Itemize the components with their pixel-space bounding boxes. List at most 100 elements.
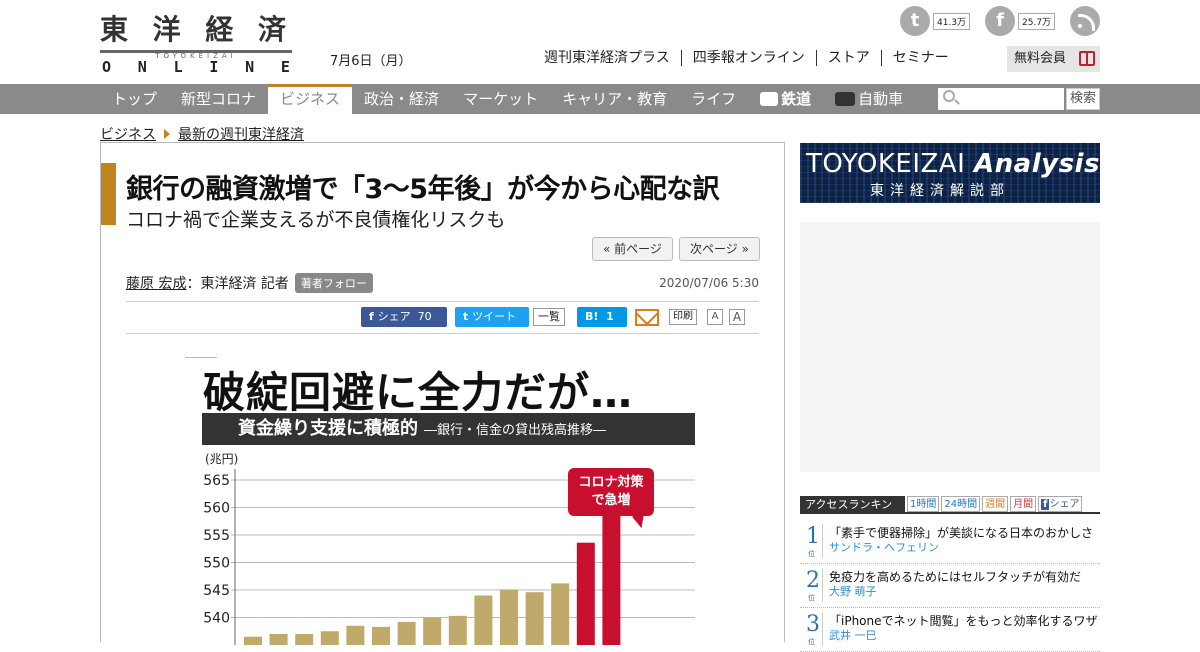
- twitter-follow[interactable]: t 41.3万: [900, 6, 971, 36]
- list-item[interactable]: 2 位 免疫力を高めるためにはセルフタッチが有効だ 大野 萌子: [800, 564, 1100, 608]
- chart-bar: [551, 583, 570, 645]
- chart-bar: [320, 631, 339, 645]
- site-logo[interactable]: 東 洋 経 済 TOYOKEIZAI O N L I N E: [100, 8, 292, 76]
- chart-bar: [269, 634, 288, 645]
- nav-item-car[interactable]: 自動車: [823, 84, 915, 114]
- published-date: 2020/07/06 5:30: [659, 276, 759, 290]
- font-large-button[interactable]: A: [729, 309, 745, 325]
- rank-number: 1: [806, 524, 820, 549]
- y-tick-label: 540: [203, 611, 230, 627]
- breadcrumb-arrow-icon: [164, 129, 170, 139]
- car-icon: [835, 92, 856, 106]
- breadcrumb-weekly[interactable]: 最新の週刊東洋経済: [178, 124, 304, 144]
- top-link-store[interactable]: ストア: [817, 50, 882, 66]
- chart-bar: [423, 617, 442, 645]
- ranking-tab-share[interactable]: f シェア: [1038, 496, 1083, 512]
- next-page-button[interactable]: 次ページ »: [679, 237, 760, 261]
- rank-number: 2: [806, 568, 820, 593]
- nav-item-politics[interactable]: 政治・経済: [352, 84, 451, 114]
- rank-divider: [822, 524, 823, 558]
- rss-icon: [1070, 6, 1100, 36]
- breadcrumb-business[interactable]: ビジネス: [100, 124, 156, 144]
- rank-author: 大野 萌子: [829, 585, 877, 598]
- logo-main-text: 東 洋 経 済: [100, 13, 292, 46]
- ranking-tab-24h[interactable]: 24時間: [941, 496, 981, 512]
- nav-item-career[interactable]: キャリア・教育: [550, 84, 679, 114]
- nav-item-life[interactable]: ライフ: [679, 84, 748, 114]
- list-item[interactable]: 3 位 「iPhoneでネット閲覧」をもっと効率化するワザ 武井 一巳: [800, 608, 1100, 652]
- tweet-list-link[interactable]: 一覧: [533, 308, 565, 326]
- article-title: 銀行の融資激増で「3～5年後」が今から心配な訳: [126, 174, 720, 205]
- ranking-list: 1 位 「素手で便器掃除」が美談になる日本のおかしさ サンドラ・ヘフェリン 2 …: [800, 520, 1100, 652]
- prev-page-button[interactable]: « 前ページ: [592, 237, 673, 261]
- rank-unit: 位: [808, 638, 815, 646]
- y-tick-label: 560: [203, 501, 230, 517]
- site-header: 東 洋 経 済 TOYOKEIZAI O N L I N E 7月6日（月） 週…: [0, 0, 1200, 84]
- twitter-count: 41.3万: [933, 12, 971, 30]
- header-date: 7月6日（月）: [330, 54, 412, 69]
- facebook-icon: f: [369, 310, 378, 323]
- top-link-seminar[interactable]: セミナー: [882, 50, 960, 66]
- logo-sub-text: TOYOKEIZAI: [100, 50, 292, 60]
- chart-callout: コロナ対策 で急増: [568, 468, 654, 516]
- nav-item-corona[interactable]: 新型コロナ: [169, 84, 268, 114]
- ranking-tab-week[interactable]: 週間: [982, 496, 1009, 512]
- figure-headline: 破綻回避に全力だが…: [203, 368, 634, 417]
- y-tick-label: 550: [203, 556, 230, 572]
- search-button[interactable]: 検索: [1066, 88, 1100, 110]
- ad-slot: [800, 222, 1100, 472]
- facebook-share-button[interactable]: f シェア 70: [361, 307, 447, 327]
- list-item[interactable]: 1 位 「素手で便器掃除」が美談になる日本のおかしさ サンドラ・ヘフェリン: [800, 520, 1100, 564]
- tweet-button[interactable]: t ツイート: [455, 307, 529, 327]
- title-accent-bar: [101, 163, 116, 225]
- twitter-icon: t: [900, 6, 930, 36]
- rank-divider: [822, 612, 823, 646]
- top-link-shikiho[interactable]: 四季報オンライン: [682, 50, 817, 66]
- nav-item-market[interactable]: マーケット: [451, 84, 550, 114]
- ranking-tab-1h[interactable]: 1時間: [907, 496, 940, 512]
- rank-unit: 位: [808, 594, 815, 602]
- nav-item-railway[interactable]: 鉄道: [748, 84, 823, 114]
- rank-unit: 位: [808, 550, 815, 558]
- figure-top-line: [185, 357, 217, 358]
- facebook-icon: f: [985, 6, 1015, 36]
- logo-online-text: O N L I N E: [102, 58, 290, 76]
- free-member-button[interactable]: 無料会員: [1007, 46, 1100, 72]
- chart-bar: [525, 592, 544, 645]
- breadcrumb: ビジネス 最新の週刊東洋経済: [100, 124, 304, 144]
- rank-author: サンドラ・ヘフェリン: [829, 541, 939, 554]
- y-tick-label: 545: [203, 583, 230, 599]
- rank-author: 武井 一巳: [829, 629, 877, 642]
- divider: [126, 301, 759, 302]
- y-tick-label: 555: [203, 528, 230, 544]
- top-link-plus[interactable]: 週刊東洋経済プラス: [544, 50, 682, 66]
- y-tick-label: 565: [203, 473, 230, 489]
- analysis-banner[interactable]: TOYOKEIZAI Analysis 東洋経済解説部: [800, 143, 1100, 203]
- article-figure: 破綻回避に全力だが… 資金繰り支援に積極的 ―銀行・信金の貸出残高推移― (兆円)…: [185, 355, 705, 645]
- main-nav: トップ 新型コロナ ビジネス 政治・経済 マーケット キャリア・教育 ライフ 鉄…: [0, 84, 1200, 114]
- nav-item-top[interactable]: トップ: [100, 84, 169, 114]
- rss-link[interactable]: [1070, 6, 1100, 36]
- author-follow-button[interactable]: 著者フォロー: [294, 273, 373, 293]
- divider: [126, 333, 759, 334]
- analysis-title: TOYOKEIZAI Analysis: [806, 149, 1100, 179]
- chart-bar: [500, 589, 518, 645]
- train-icon: [760, 92, 779, 106]
- facebook-follow[interactable]: f 25.7万: [985, 6, 1056, 36]
- main-nav-items: トップ 新型コロナ ビジネス 政治・経済 マーケット キャリア・教育 ライフ 鉄…: [100, 84, 915, 114]
- search-input[interactable]: [938, 88, 1064, 110]
- nav-item-business[interactable]: ビジネス: [268, 84, 353, 114]
- chart-bar: [397, 621, 416, 645]
- font-small-button[interactable]: A: [707, 309, 723, 325]
- author-line: 藤原 宏成 ：東洋経済 記者 著者フォロー: [126, 273, 373, 293]
- top-links: 週刊東洋経済プラス 四季報オンライン ストア セミナー: [544, 50, 960, 66]
- ranking-tab-month[interactable]: 月間: [1010, 496, 1037, 512]
- hatena-bookmark-button[interactable]: B! 1: [577, 307, 627, 327]
- ranking-title: アクセスランキング: [800, 496, 905, 529]
- share-row: f シェア 70 t ツイート 一覧 B! 1 印刷 A A: [361, 307, 751, 327]
- chart-bar: [295, 634, 314, 645]
- mail-icon[interactable]: [635, 308, 659, 326]
- analysis-subtitle: 東洋経済解説部: [870, 183, 1010, 199]
- print-button[interactable]: 印刷: [669, 309, 697, 325]
- author-name[interactable]: 藤原 宏成: [126, 273, 186, 293]
